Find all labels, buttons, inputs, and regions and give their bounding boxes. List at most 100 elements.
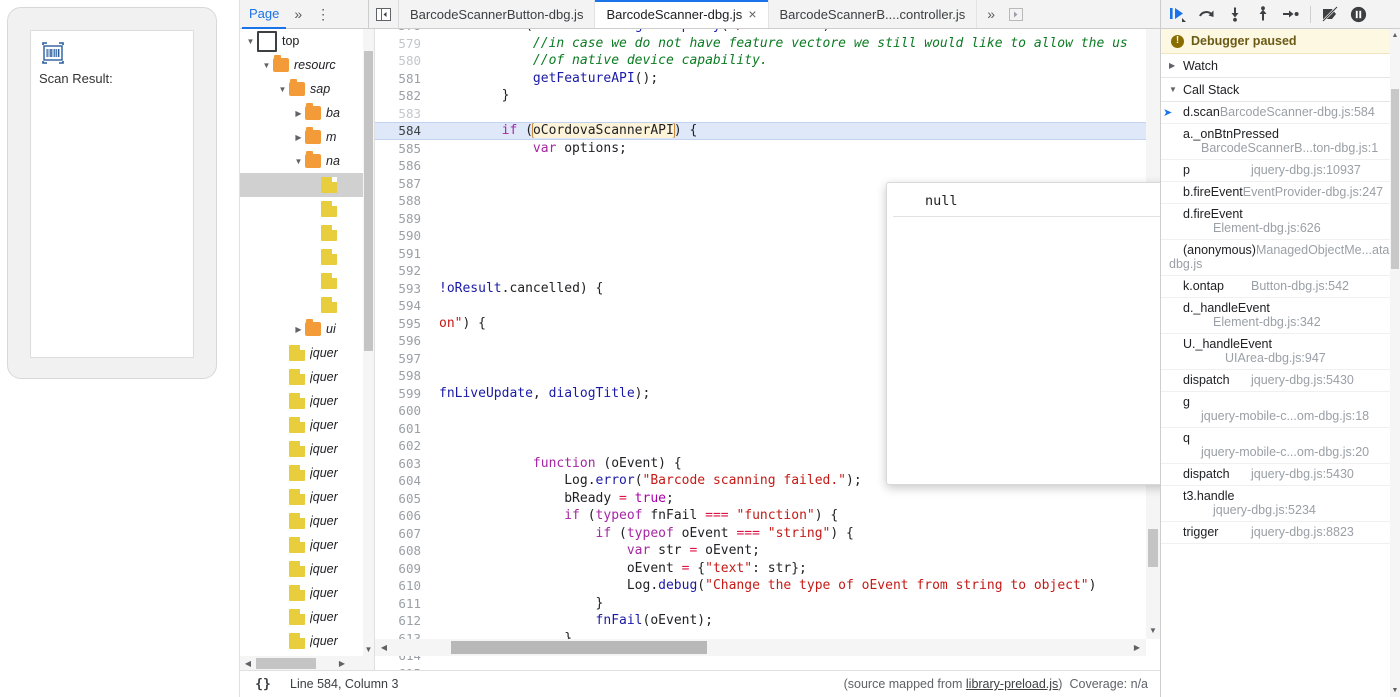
line-number[interactable]: 615 xyxy=(375,665,432,670)
tree-item[interactable] xyxy=(240,221,374,245)
watch-section-header[interactable]: ▶ Watch xyxy=(1161,54,1400,78)
call-stack-frame[interactable]: p jquery-dbg.js:10937 xyxy=(1161,160,1400,182)
line-number[interactable]: 605 xyxy=(375,490,432,506)
code-line[interactable]: 580 //of native device capability. xyxy=(375,52,1160,70)
call-stack-frame[interactable]: trigger jquery-dbg.js:8823 xyxy=(1161,522,1400,544)
line-number[interactable]: 607 xyxy=(375,525,432,541)
frame-location[interactable]: jquery-dbg.js:8823 xyxy=(1251,525,1354,539)
code-line-source[interactable]: oEvent = {"text": str}; xyxy=(432,561,1160,576)
code-editor[interactable]: 578 if (oStatusModel.getProperty("/avail… xyxy=(375,29,1160,670)
pretty-print-button[interactable]: {} xyxy=(240,677,286,692)
line-number[interactable]: 591 xyxy=(375,245,432,261)
code-line-source[interactable]: //in case we do not have feature vectore… xyxy=(432,36,1160,51)
device-screen[interactable]: Scan Result: xyxy=(30,30,194,358)
code-line[interactable]: 609 oEvent = {"text": str}; xyxy=(375,560,1160,578)
line-number[interactable]: 606 xyxy=(375,508,432,524)
tree-item[interactable]: ▼ sap xyxy=(240,77,374,101)
navigator-scroll-left-button[interactable]: ◀ xyxy=(240,659,256,668)
frame-location[interactable]: BarcodeScanner-dbg.js:584 xyxy=(1220,105,1375,119)
code-line-source[interactable]: if (oStatusModel.getProperty("/available… xyxy=(432,29,1160,33)
line-number[interactable]: 593 xyxy=(375,280,432,296)
frame-location[interactable]: Element-dbg.js:626 xyxy=(1169,221,1392,235)
chevron-right-icon[interactable]: ▶ xyxy=(292,325,305,334)
frame-location[interactable]: Button-dbg.js:542 xyxy=(1251,279,1349,293)
deactivate-breakpoints-button[interactable] xyxy=(1317,2,1344,27)
tree-item[interactable]: jquer xyxy=(240,437,374,461)
line-number[interactable]: 585 xyxy=(375,140,432,156)
call-stack-frame[interactable]: q jquery-mobile-c...om-dbg.js:20 xyxy=(1161,428,1400,464)
frame-location[interactable]: jquery-dbg.js:10937 xyxy=(1251,163,1361,177)
tree-item[interactable]: ▶ ba xyxy=(240,101,374,125)
code-line-source[interactable]: } xyxy=(432,596,1160,611)
tree-item[interactable]: jquer xyxy=(240,581,374,605)
line-number[interactable]: 580 xyxy=(375,53,432,69)
file-tab-barcodescanner[interactable]: BarcodeScanner-dbg.js × xyxy=(595,0,769,28)
line-number[interactable]: 583 xyxy=(375,105,432,121)
code-line[interactable]: 611 } xyxy=(375,595,1160,613)
line-number[interactable]: 584 xyxy=(375,123,432,139)
code-line-source[interactable]: var str = oEvent; xyxy=(432,543,1160,558)
frame-location[interactable]: jquery-mobile-c...om-dbg.js:20 xyxy=(1169,445,1392,459)
resume-script-execution-button[interactable] xyxy=(1165,2,1192,27)
code-line[interactable]: 585 var options; xyxy=(375,140,1160,158)
line-number[interactable]: 595 xyxy=(375,315,432,331)
tree-item[interactable]: ▶ m xyxy=(240,125,374,149)
line-number[interactable]: 610 xyxy=(375,578,432,594)
debugger-scroll-up-button[interactable]: ▲ xyxy=(1390,29,1400,42)
line-number[interactable]: 602 xyxy=(375,438,432,454)
show-more-tabs-icon[interactable] xyxy=(1005,0,1031,28)
tree-item[interactable]: jquer xyxy=(240,341,374,365)
line-number[interactable]: 600 xyxy=(375,403,432,419)
call-stack-frame[interactable]: U._handleEvent UIArea-dbg.js:947 xyxy=(1161,334,1400,370)
code-line-source[interactable]: //of native device capability. xyxy=(432,53,1160,68)
code-line-source[interactable]: getFeatureAPI(); xyxy=(432,71,1160,86)
tree-item[interactable] xyxy=(240,245,374,269)
chevron-down-icon[interactable]: ▼ xyxy=(244,37,257,46)
call-stack-frame[interactable]: dispatch jquery-dbg.js:5430 xyxy=(1161,370,1400,392)
tree-item[interactable]: jquer xyxy=(240,413,374,437)
code-line-source[interactable]: Log.debug("Change the type of oEvent fro… xyxy=(432,578,1160,593)
frame-location[interactable]: jquery-dbg.js:5234 xyxy=(1169,503,1392,517)
object-value-tooltip[interactable]: null xyxy=(886,182,1160,485)
line-number[interactable]: 589 xyxy=(375,210,432,226)
line-number[interactable]: 582 xyxy=(375,88,432,104)
code-scroll-right-button[interactable]: ▶ xyxy=(1128,643,1146,652)
tree-item[interactable]: jquer xyxy=(240,485,374,509)
call-stack-frame[interactable]: g jquery-mobile-c...om-dbg.js:18 xyxy=(1161,392,1400,428)
code-line[interactable]: 584 if (oCordovaScannerAPI) { xyxy=(375,122,1160,140)
step-out-button[interactable] xyxy=(1249,2,1276,27)
navigator-menu-icon[interactable]: ⋮ xyxy=(308,1,338,27)
line-number[interactable]: 578 xyxy=(375,29,432,34)
code-line-source[interactable]: if (typeof oEvent === "string") { xyxy=(432,526,1160,541)
code-line-source[interactable]: if (oCordovaScannerAPI) { xyxy=(432,123,1160,139)
tree-item[interactable]: ▼ resourc xyxy=(240,53,374,77)
scrollbar-thumb[interactable] xyxy=(1391,89,1399,269)
line-number[interactable]: 596 xyxy=(375,333,432,349)
debugger-vertical-scrollbar[interactable]: ▲ ▼ xyxy=(1390,29,1400,697)
code-line-source[interactable]: } xyxy=(432,88,1160,103)
tree-item[interactable]: jquer xyxy=(240,533,374,557)
debugger-scroll-down-button[interactable]: ▼ xyxy=(1390,684,1400,697)
tree-item[interactable] xyxy=(240,173,374,197)
chevron-down-icon[interactable]: ▼ xyxy=(276,85,289,94)
chevron-down-icon[interactable]: ▼ xyxy=(260,61,273,70)
code-line-source[interactable]: if (typeof fnFail === "function") { xyxy=(432,508,1160,523)
call-stack-frame[interactable]: d._handleEvent Element-dbg.js:342 xyxy=(1161,298,1400,334)
chevron-right-icon[interactable]: ▶ xyxy=(292,133,305,142)
navigator-more-tabs-icon[interactable]: » xyxy=(288,0,308,28)
code-line[interactable]: 586 xyxy=(375,157,1160,175)
line-number[interactable]: 604 xyxy=(375,473,432,489)
navigator-vertical-scrollbar[interactable] xyxy=(363,29,374,656)
tree-item[interactable]: jquer xyxy=(240,557,374,581)
call-stack-list[interactable]: ➤ d.scanBarcodeScanner-dbg.js:584 a._onBtn… xyxy=(1161,102,1400,697)
call-stack-frame[interactable]: dispatch jquery-dbg.js:5430 xyxy=(1161,464,1400,486)
code-line[interactable]: 612 fnFail(oEvent); xyxy=(375,612,1160,630)
file-tab-barcodescanner-controller[interactable]: BarcodeScannerB....controller.js xyxy=(768,0,978,28)
tree-item[interactable]: jquer xyxy=(240,605,374,629)
step-into-button[interactable] xyxy=(1221,2,1248,27)
step-over-button[interactable] xyxy=(1193,2,1220,27)
tree-item[interactable]: ▼ top xyxy=(240,29,374,53)
call-stack-frame[interactable]: (anonymous)ManagedObjectMe...ata-dbg.js xyxy=(1161,240,1400,276)
chevron-down-icon[interactable]: ▼ xyxy=(292,157,305,166)
tab-page[interactable]: Page xyxy=(240,0,288,29)
